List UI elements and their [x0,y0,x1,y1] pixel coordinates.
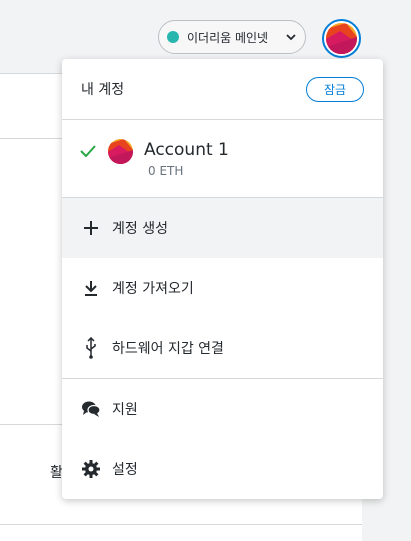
plus-icon [81,218,101,238]
create-account-item[interactable]: 계정 생성 [62,198,383,258]
account-menu: 내 계정 잠금 Account 1 0 ETH 계정 생성 계정 가져오기 하드… [62,59,383,499]
avatar [326,23,357,54]
support-label: 지원 [112,402,138,418]
network-selector[interactable]: 이더리움 메인넷 [158,20,306,54]
settings-label: 설정 [112,462,138,478]
account-menu-header: 내 계정 잠금 [62,59,383,120]
settings-item[interactable]: 설정 [62,439,383,499]
gear-icon [81,459,101,479]
network-status-dot [167,31,179,43]
import-account-label: 계정 가져오기 [112,281,194,297]
background-divider [0,524,362,525]
background-text: 활 [50,465,63,481]
chevron-down-icon [277,33,305,41]
account-name: Account 1 [144,140,229,160]
usb-icon [81,337,101,359]
create-account-label: 계정 생성 [112,221,168,237]
import-account-item[interactable]: 계정 가져오기 [62,258,383,318]
chat-bubbles-icon [81,399,101,419]
network-label: 이더리움 메인넷 [187,30,269,45]
account-avatar [108,139,133,164]
download-icon [81,278,101,298]
account-avatar-button[interactable] [322,19,361,58]
account-balance: 0 ETH [148,164,184,178]
account-list-item[interactable]: Account 1 0 ETH [62,120,383,198]
connect-hardware-wallet-label: 하드웨어 지갑 연결 [112,341,224,357]
menu-title: 내 계정 [81,82,125,98]
check-icon [80,142,96,161]
connect-hardware-wallet-item[interactable]: 하드웨어 지갑 연결 [62,318,383,378]
support-item[interactable]: 지원 [62,379,383,439]
lock-button[interactable]: 잠금 [306,76,364,102]
